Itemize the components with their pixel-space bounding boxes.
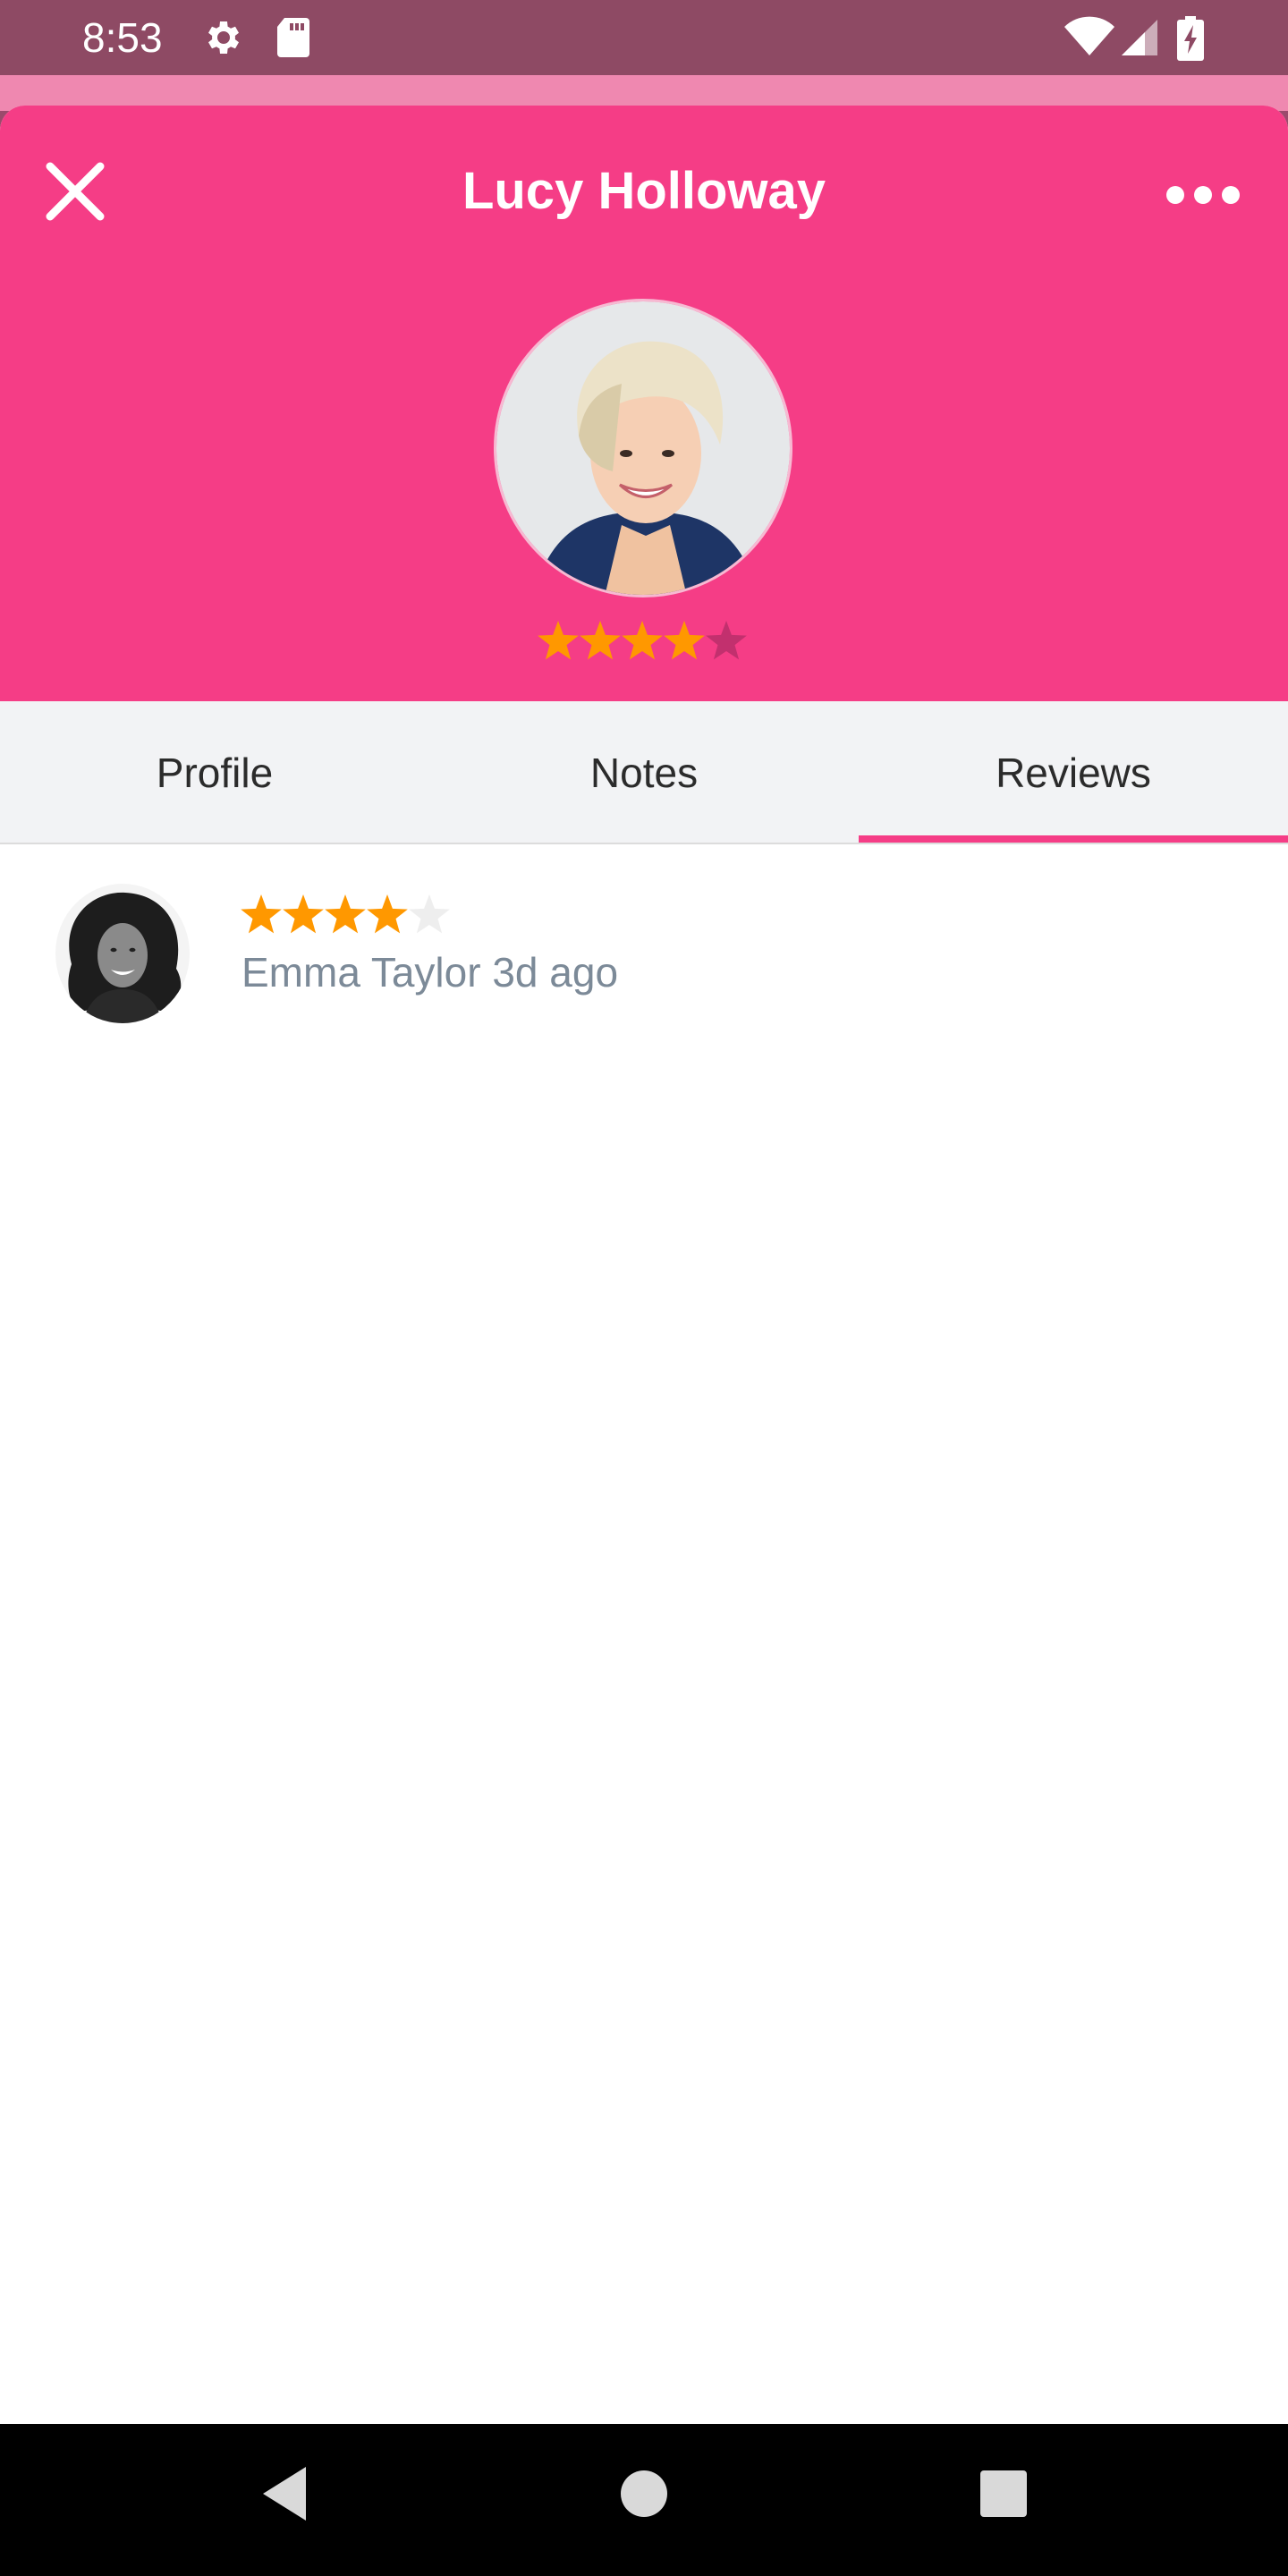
rating-stars — [241, 894, 450, 934]
signal-icon — [1122, 20, 1157, 55]
star-filled-icon — [241, 894, 282, 934]
recents-square-icon[interactable] — [975, 2460, 1032, 2528]
sd-card-icon — [277, 18, 309, 57]
reviewer-avatar — [55, 884, 190, 1023]
star-filled-icon — [367, 894, 408, 934]
avatar — [494, 299, 792, 597]
status-bar: 8:53 — [0, 0, 1288, 75]
star-filled-icon — [283, 894, 324, 934]
star-empty-icon — [706, 621, 747, 660]
profile-sheet: Lucy Holloway Profile Notes Reviews Emma… — [0, 106, 1288, 2424]
star-filled-icon — [580, 621, 621, 660]
review-meta: Emma Taylor 3d ago — [242, 949, 619, 996]
gear-icon — [208, 21, 239, 54]
page-title: Lucy Holloway — [462, 162, 826, 220]
system-nav-bar — [0, 2424, 1288, 2576]
status-time: 8:53 — [82, 14, 163, 61]
tab-reviews[interactable]: Reviews — [859, 701, 1288, 844]
person-portrait-icon — [496, 301, 790, 595]
star-empty-icon — [409, 894, 450, 934]
list-item[interactable]: Emma Taylor 3d ago — [0, 884, 1288, 1080]
star-filled-icon — [622, 621, 663, 660]
tab-bar: Profile Notes Reviews — [0, 701, 1288, 844]
rating-stars — [538, 621, 747, 660]
home-circle-icon[interactable] — [615, 2460, 673, 2528]
wifi-icon — [1064, 16, 1114, 55]
active-tab-indicator — [859, 835, 1288, 843]
tab-profile[interactable]: Profile — [0, 701, 429, 844]
back-triangle-icon[interactable] — [256, 2460, 313, 2528]
more-horizontal-icon[interactable] — [1163, 168, 1243, 222]
battery-charging-icon — [1177, 16, 1204, 61]
star-filled-icon — [538, 621, 579, 660]
profile-header: Lucy Holloway — [0, 106, 1288, 701]
person-portrait-icon — [55, 884, 190, 1023]
star-filled-icon — [664, 621, 705, 660]
tab-notes[interactable]: Notes — [429, 701, 859, 844]
star-filled-icon — [325, 894, 366, 934]
